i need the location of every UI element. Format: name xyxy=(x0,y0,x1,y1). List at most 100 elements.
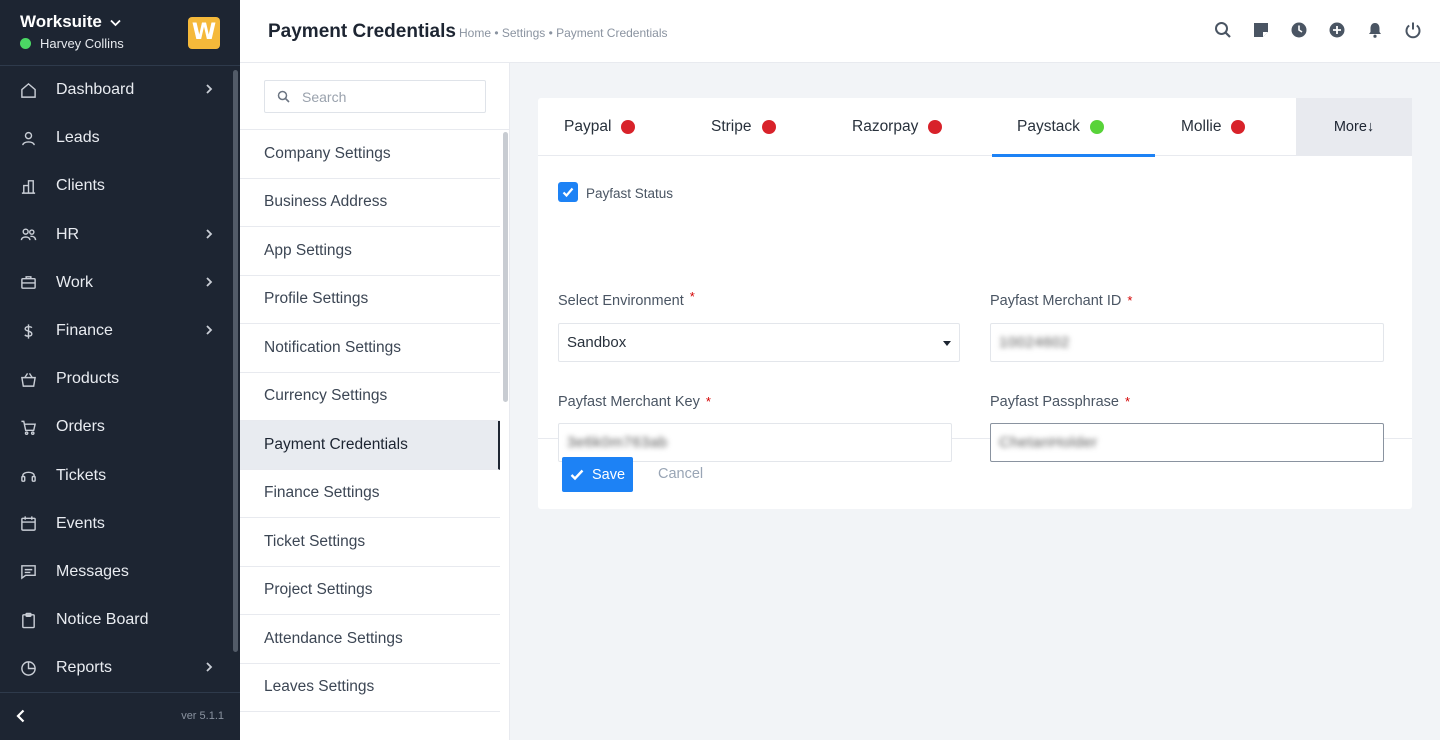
settings-item-profile-settings[interactable]: Profile Settings xyxy=(240,276,500,324)
tab-stripe[interactable]: Stripe xyxy=(711,98,776,156)
page-title: Payment Credentials xyxy=(268,21,456,42)
settings-item-notification-settings[interactable]: Notification Settings xyxy=(240,324,500,373)
settings-scrollbar[interactable] xyxy=(503,132,508,402)
merchant-id-field[interactable]: 10024602 xyxy=(990,323,1384,362)
sidebar-item-label: Products xyxy=(56,370,120,388)
settings-item-attendance-settings[interactable]: Attendance Settings xyxy=(240,615,500,664)
power-icon[interactable] xyxy=(1403,20,1422,39)
environment-label-text: Select Environment xyxy=(558,293,684,309)
sidebar-item-events[interactable]: Events xyxy=(0,500,230,548)
chevron-down-icon xyxy=(110,15,121,30)
sidebar-item-label: Leads xyxy=(56,129,100,147)
calendar-icon xyxy=(18,514,38,534)
sidebar-item-label: Messages xyxy=(56,562,129,580)
sidebar-item-reports[interactable]: Reports xyxy=(0,644,230,692)
user-icon xyxy=(18,128,38,148)
status-dot-icon xyxy=(1231,120,1246,134)
settings-item-finance-settings[interactable]: Finance Settings xyxy=(240,470,500,518)
sidebar-item-label: HR xyxy=(56,225,80,243)
settings-item-app-settings[interactable]: App Settings xyxy=(240,227,500,276)
settings-item-project-settings[interactable]: Project Settings xyxy=(240,567,500,615)
sidebar-item-label: Reports xyxy=(56,659,113,677)
tab-mollie[interactable]: Mollie xyxy=(1181,98,1246,156)
merchant-key-label-text: Payfast Merchant Key xyxy=(558,394,700,410)
status-dot-icon xyxy=(928,120,943,134)
collapse-sidebar-icon[interactable] xyxy=(14,709,30,725)
chevron-right-icon xyxy=(204,226,214,244)
sidebar: Worksuite Harvey Collins W Dashboard Lead… xyxy=(0,0,240,740)
sidebar-item-leads[interactable]: Leads xyxy=(0,114,230,162)
status-dot-icon xyxy=(621,120,636,134)
environment-label: Select Environment * xyxy=(558,289,695,309)
dollar-icon xyxy=(18,321,38,341)
settings-item-business-address[interactable]: Business Address xyxy=(240,179,500,227)
cart-icon xyxy=(18,417,38,437)
search-icon[interactable] xyxy=(1213,20,1232,39)
sticky-note-icon[interactable] xyxy=(1251,20,1270,39)
settings-item-payment-credentials[interactable]: Payment Credentials xyxy=(240,421,500,470)
sidebar-item-label: Events xyxy=(56,514,105,532)
sidebar-item-messages[interactable]: Messages xyxy=(0,548,230,596)
payment-credentials-card: Mollie Paystack Razorpay Stripe Paypal More↓… xyxy=(538,98,1412,509)
pie-chart-icon xyxy=(18,658,38,678)
settings-search-input[interactable] xyxy=(302,88,472,105)
settings-item-leaves-settings[interactable]: Leaves Settings xyxy=(240,664,500,712)
save-button-label: Save xyxy=(591,466,626,483)
home-icon xyxy=(18,80,38,100)
bell-icon[interactable] xyxy=(1365,20,1384,39)
search-icon xyxy=(277,90,290,103)
app-version: ver 5.1.1 xyxy=(181,710,224,722)
company-logo: W xyxy=(188,17,220,49)
settings-item-currency-settings[interactable]: Currency Settings xyxy=(240,373,500,421)
add-circle-icon[interactable] xyxy=(1327,20,1346,39)
sidebar-item-products[interactable]: Products xyxy=(0,355,230,403)
settings-item-ticket-settings[interactable]: Ticket Settings xyxy=(240,518,500,567)
status-dot-icon xyxy=(1089,120,1104,134)
sidebar-item-label: Work xyxy=(56,273,94,291)
settings-item-company-settings[interactable]: Company Settings xyxy=(240,130,500,179)
current-user[interactable]: Harvey Collins xyxy=(20,36,124,51)
sidebar-header: Worksuite Harvey Collins W xyxy=(0,0,240,66)
sidebar-item-label: Tickets xyxy=(56,466,107,484)
tab-label: Paystack xyxy=(1017,118,1080,135)
clock-icon[interactable] xyxy=(1289,20,1308,39)
merchant-key-label: Payfast Merchant Key * xyxy=(558,394,711,410)
sidebar-item-notice-board[interactable]: Notice Board xyxy=(0,596,230,644)
sidebar-item-orders[interactable]: Orders xyxy=(0,403,230,451)
sidebar-item-finance[interactable]: Finance xyxy=(0,307,230,355)
environment-select[interactable]: Sandbox xyxy=(558,323,960,362)
sidebar-scrollbar[interactable] xyxy=(233,70,238,652)
chevron-right-icon xyxy=(204,659,214,677)
sidebar-item-work[interactable]: Work xyxy=(0,259,230,307)
sidebar-item-dashboard[interactable]: Dashboard xyxy=(0,66,230,114)
more-tabs-button[interactable]: More↓ xyxy=(1296,98,1412,156)
sidebar-footer: ver 5.1.1 xyxy=(0,692,240,740)
tab-label: Mollie xyxy=(1181,118,1222,135)
sidebar-item-label: Finance xyxy=(56,322,113,340)
form-actions: Save Cancel xyxy=(538,439,1412,507)
sidebar-item-hr[interactable]: HR xyxy=(0,211,230,259)
required-mark: * xyxy=(705,394,711,409)
chevron-right-icon xyxy=(204,322,214,340)
sidebar-item-tickets[interactable]: Tickets xyxy=(0,452,230,500)
tab-paystack[interactable]: Paystack xyxy=(992,98,1155,157)
payfast-status-checkbox[interactable] xyxy=(558,182,578,202)
tab-razorpay[interactable]: Razorpay xyxy=(852,98,943,156)
settings-search[interactable] xyxy=(264,80,486,113)
required-mark: * xyxy=(689,289,695,304)
building-icon xyxy=(18,176,38,196)
sidebar-item-label: Clients xyxy=(56,177,105,195)
sidebar-item-label: Notice Board xyxy=(56,611,149,629)
settings-search-area xyxy=(240,63,509,130)
save-button[interactable]: Save xyxy=(562,457,633,492)
cancel-button[interactable]: Cancel xyxy=(658,466,703,482)
passphrase-label-text: Payfast Passphrase xyxy=(990,394,1119,410)
required-mark: * xyxy=(1124,394,1131,409)
caret-down-icon xyxy=(943,341,951,346)
tab-paypal[interactable]: Paypal xyxy=(564,98,636,156)
sidebar-item-label: Dashboard xyxy=(56,81,135,99)
workspace-switcher[interactable]: Worksuite xyxy=(20,12,121,32)
payfast-form: Payfast Status Select Environment * Sandb… xyxy=(538,156,1412,462)
sidebar-item-clients[interactable]: Clients xyxy=(0,162,230,210)
environment-value: Sandbox xyxy=(567,334,627,351)
